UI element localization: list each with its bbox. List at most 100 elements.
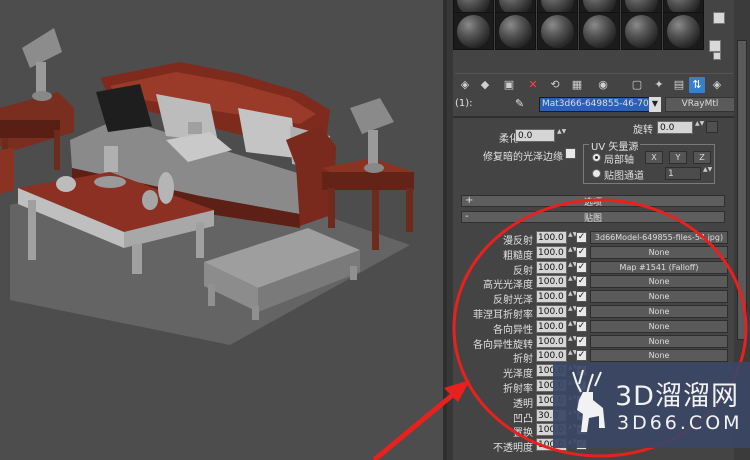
map-label: 置换	[513, 428, 533, 440]
map-channel-radio[interactable]	[592, 169, 601, 178]
map-amount-spinner[interactable]: ▲▼	[568, 232, 577, 244]
map-slot-button[interactable]: None	[590, 349, 728, 363]
show-end-result-icon[interactable]: ✦	[651, 77, 667, 93]
map-amount-input[interactable]: 100.0	[536, 231, 567, 244]
eyedropper-icon[interactable]: ✎	[515, 97, 524, 110]
rollout-maps-title: 贴图	[583, 214, 602, 224]
delete-icon[interactable]: ✕	[525, 77, 541, 93]
map-amount-spinner[interactable]: ▲▼	[568, 276, 577, 288]
get-material-icon[interactable]: ◈	[457, 77, 473, 93]
map-channel-input[interactable]: 1	[665, 167, 701, 180]
map-amount-spinner[interactable]: ▲▼	[568, 246, 577, 259]
map-label: 光泽度	[503, 369, 533, 381]
axis-y-button[interactable]: Y	[669, 151, 687, 164]
map-amount-spinner[interactable]: ▲▼	[568, 261, 577, 274]
material-slot[interactable]	[579, 12, 620, 50]
map-label: 不透明度	[493, 443, 533, 455]
map-enable-checkbox[interactable]: ✓	[576, 291, 587, 303]
map-slot-button[interactable]: None	[590, 305, 728, 318]
scrollbar-thumb[interactable]	[737, 40, 747, 340]
map-enable-checkbox[interactable]: ✓	[576, 246, 587, 258]
rollout-options[interactable]: + 选项	[461, 195, 725, 208]
map-enable-checkbox[interactable]: ✓	[576, 335, 587, 347]
map-amount-input[interactable]: 100.0	[536, 349, 567, 363]
material-slot[interactable]	[537, 12, 578, 50]
rotation-spinner[interactable]: ▲▼	[695, 121, 704, 134]
lamp-right-shade	[350, 98, 394, 134]
map-label: 折射	[513, 354, 533, 366]
map-slot-button[interactable]: None	[590, 334, 728, 348]
deer-logo-icon	[572, 369, 605, 432]
map-amount-input[interactable]: 100.0	[536, 319, 567, 333]
map-row: 菲涅耳折射率 100.0 ▲▼ ✓ None	[457, 305, 729, 321]
soften-spinner[interactable]: ▲▼	[557, 129, 566, 142]
map-slot-button[interactable]: None	[590, 245, 728, 259]
map-slot-button[interactable]: Map #1541 (Falloff)	[590, 260, 728, 274]
material-slot[interactable]	[453, 12, 494, 50]
map-amount-input[interactable]: 100.0	[536, 305, 567, 318]
map-slot-button[interactable]: None	[590, 319, 728, 333]
map-amount-spinner[interactable]: ▲▼	[568, 291, 577, 303]
side-cabinet-left-front	[0, 120, 60, 138]
map-row: 反射 100.0 ▲▼ ✓ Map #1541 (Falloff)	[457, 260, 729, 277]
map-enable-checkbox[interactable]: ✓	[576, 306, 587, 317]
material-slot[interactable]	[621, 12, 662, 50]
map-slot-button[interactable]: None	[590, 290, 728, 304]
show-map-icon[interactable]: ▢	[629, 77, 645, 93]
rollout-options-title: 选项	[583, 198, 602, 208]
soften-input[interactable]: 0.0	[515, 129, 555, 142]
map-amount-input[interactable]: 100.0	[536, 290, 567, 304]
map-enable-checkbox[interactable]: ✓	[576, 350, 587, 362]
map-amount-spinner[interactable]: ▲▼	[568, 350, 577, 362]
axis-z-button[interactable]: Z	[693, 151, 711, 164]
rotation-label: 旋转	[633, 125, 653, 136]
watermark-domain: 3D66.COM	[617, 412, 743, 434]
map-enable-checkbox[interactable]: ✓	[576, 232, 587, 243]
material-name-field[interactable]: Mat3d66-649855-46-701	[539, 97, 661, 112]
map-slot-button[interactable]: None	[590, 275, 728, 289]
viewport-scene	[0, 28, 414, 345]
map-row: 粗糙度 100.0 ▲▼ ✓ None	[457, 245, 729, 262]
map-enable-checkbox[interactable]: ✓	[576, 276, 587, 288]
map-amount-spinner[interactable]: ▲▼	[568, 320, 577, 333]
rotation-map-button[interactable]	[706, 121, 718, 133]
material-id-icon[interactable]: ◉	[595, 77, 611, 93]
reset-map-icon[interactable]: ▤	[671, 77, 687, 93]
map-amount-input[interactable]: 100.0	[536, 260, 567, 274]
map-slot-button[interactable]: 3d66Model-649855-files-54.jpg)	[590, 231, 728, 244]
map-label: 折射率	[503, 384, 533, 395]
put-to-library-icon[interactable]: ▦	[569, 77, 585, 93]
map-enable-checkbox[interactable]: ✓	[576, 261, 587, 273]
map-amount-input[interactable]: 100.0	[536, 275, 567, 289]
material-slot-label: (1):	[455, 98, 473, 109]
background-button[interactable]	[713, 52, 721, 60]
go-forward-icon[interactable]: ◈	[709, 77, 725, 93]
go-to-parent-icon[interactable]: ⇅	[689, 77, 705, 93]
map-label: 漫反射	[503, 236, 533, 247]
map-amount-spinner[interactable]: ▲▼	[568, 306, 577, 318]
map-enable-checkbox[interactable]: ✓	[576, 320, 587, 332]
axis-x-button[interactable]: X	[645, 151, 663, 164]
map-label: 各向异性	[493, 324, 533, 336]
local-axis-radio[interactable]	[592, 153, 601, 162]
backlight-button[interactable]	[709, 40, 721, 52]
viewport-3d[interactable]	[0, 0, 445, 460]
sample-type-button[interactable]	[713, 12, 725, 24]
map-channel-spinner[interactable]: ▲▼	[703, 167, 712, 180]
material-slot[interactable]	[663, 12, 704, 50]
put-material-icon[interactable]: ◆	[477, 77, 493, 93]
map-amount-input[interactable]: 100.0	[536, 334, 567, 348]
rotation-input[interactable]: 0.0	[657, 121, 693, 134]
make-unique-icon[interactable]: ⟲	[547, 77, 563, 93]
map-amount-input[interactable]: 100.0	[536, 245, 567, 259]
chevron-down-icon[interactable]: ▼	[649, 97, 661, 112]
map-label: 粗糙度	[503, 250, 533, 262]
material-type-button[interactable]: VRayMtl	[665, 97, 735, 112]
material-sphere	[667, 15, 700, 48]
assign-material-icon[interactable]: ▣	[501, 77, 517, 93]
map-row: 各向异性旋转 100.0 ▲▼ ✓ None	[457, 334, 729, 351]
map-amount-spinner[interactable]: ▲▼	[568, 335, 577, 348]
material-slot[interactable]	[495, 12, 536, 50]
rollout-maps[interactable]: - 贴图	[461, 211, 725, 224]
fix-gloss-checkbox[interactable]	[565, 148, 576, 159]
